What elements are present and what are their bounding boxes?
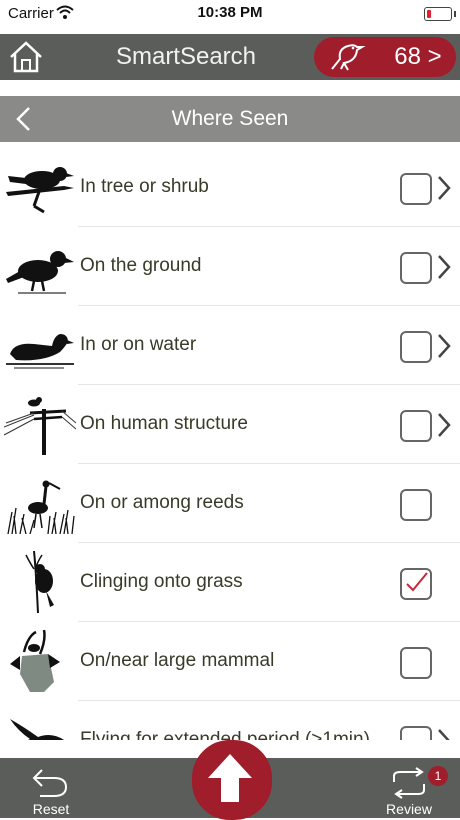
status-bar: Carrier 10:38 PM [0,0,460,30]
bird-on-antelope-icon [10,630,60,692]
item-label: In tree or shrub [80,176,209,197]
section-title: Where Seen [171,107,289,130]
checkbox[interactable] [400,489,432,521]
checkbox[interactable] [400,252,432,284]
review-label: Review [386,801,432,817]
review-button[interactable]: Review [386,766,432,817]
chevron-right-icon[interactable] [436,174,452,202]
checkbox[interactable] [400,647,432,679]
chevron-right-icon[interactable] [436,332,452,360]
list-item[interactable]: On/near large mammal [0,622,460,701]
list-item[interactable]: In or on water [0,306,460,385]
home-icon[interactable] [8,40,44,74]
section-header: Where Seen [0,96,460,142]
app-header: SmartSearch 68 > [0,34,460,80]
checkmark-icon [406,572,428,592]
reset-label: Reset [32,801,70,817]
undo-icon [32,769,68,797]
item-label: On or among reeds [80,492,244,513]
duck-on-water-icon [6,334,74,369]
clock: 10:38 PM [197,4,263,21]
refresh-icon [393,767,425,799]
list-item[interactable]: Flying for extended period (>1min) [0,701,460,740]
chevron-right-icon[interactable] [436,727,452,740]
app-title: SmartSearch [115,43,257,70]
reset-button[interactable]: Reset [28,766,74,817]
item-label: Clinging onto grass [80,571,243,592]
bird-on-branch-icon [6,167,74,214]
item-label: On human structure [80,413,248,434]
checkbox[interactable] [400,568,432,600]
review-badge: 1 [428,766,448,786]
checkbox[interactable] [400,410,432,442]
checkbox[interactable] [400,173,432,205]
bird-flying-icon [10,719,64,740]
scroll-up-button[interactable] [192,740,272,820]
where-seen-list: In tree or shrub On the ground In or on … [0,148,460,740]
checkbox[interactable] [400,726,432,740]
item-label: On/near large mammal [80,650,275,671]
item-label: Flying for extended period (>1min) [80,729,370,740]
list-item[interactable]: Clinging onto grass [0,543,460,622]
results-count-button[interactable]: 68 > [314,37,456,77]
crow-on-ground-icon [6,251,74,294]
arrow-up-icon [208,754,252,802]
bird-on-powerline-icon [4,397,76,455]
list-item[interactable]: On the ground [0,227,460,306]
bird-clinging-grass-icon [25,551,54,613]
chevron-right-icon[interactable] [436,253,452,281]
checkbox[interactable] [400,331,432,363]
bottom-toolbar: Reset Review 1 [0,740,460,820]
chevron-right-icon[interactable] [436,411,452,439]
stork-in-reeds-icon [7,480,75,534]
list-item[interactable]: On or among reeds [0,464,460,543]
list-item[interactable]: In tree or shrub [0,148,460,227]
item-label: In or on water [80,334,197,355]
results-count: 68 > [394,43,442,70]
list-item[interactable]: On human structure [0,385,460,464]
bird-outline-icon [331,44,366,71]
item-label: On the ground [80,255,202,276]
battery-icon [424,7,456,21]
